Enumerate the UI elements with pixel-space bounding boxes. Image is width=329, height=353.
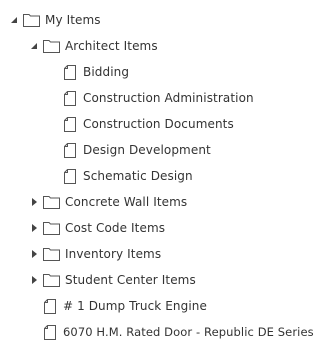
- file-icon: [64, 168, 76, 184]
- tree-node-my-items[interactable]: My Items: [8, 7, 101, 33]
- tree-node-label: Concrete Wall Items: [65, 195, 188, 209]
- folder-icon: [43, 195, 60, 209]
- file-icon: [64, 90, 76, 106]
- tree-node-inventory-items[interactable]: Inventory Items: [28, 241, 161, 267]
- tree-node-label: Bidding: [83, 65, 130, 79]
- file-icon: [64, 64, 76, 80]
- caret-expanded-icon[interactable]: [28, 40, 40, 52]
- tree-node-label: My Items: [45, 13, 101, 27]
- tree-node-rated-door[interactable]: 6070 H.M. Rated Door - Republic DE Serie…: [44, 319, 314, 345]
- caret-collapsed-icon[interactable]: [28, 248, 40, 260]
- tree-node-label: # 1 Dump Truck Engine: [63, 299, 207, 313]
- tree-node-cost-code-items[interactable]: Cost Code Items: [28, 215, 165, 241]
- tree-node-concrete-wall-items[interactable]: Concrete Wall Items: [28, 189, 187, 215]
- tree-node-construction-documents[interactable]: Construction Documents: [64, 111, 234, 137]
- tree-node-label: Student Center Items: [65, 273, 196, 287]
- folder-icon: [43, 273, 60, 287]
- folder-icon: [43, 221, 60, 235]
- file-icon: [44, 298, 56, 314]
- folder-icon: [43, 247, 60, 261]
- file-icon: [64, 116, 76, 132]
- tree-node-label: 6070 H.M. Rated Door - Republic DE Serie…: [63, 325, 314, 339]
- tree-node-label: Architect Items: [65, 39, 158, 53]
- caret-collapsed-icon[interactable]: [28, 222, 40, 234]
- caret-expanded-icon[interactable]: [8, 14, 20, 26]
- tree-node-label: Inventory Items: [65, 247, 162, 261]
- tree-node-label: Cost Code Items: [65, 221, 166, 235]
- tree-node-bidding[interactable]: Bidding: [64, 59, 129, 85]
- tree-node-label: Construction Documents: [83, 117, 234, 131]
- tree-node-dump-truck-engine[interactable]: # 1 Dump Truck Engine: [44, 293, 207, 319]
- caret-collapsed-icon[interactable]: [28, 274, 40, 286]
- tree-node-label: Construction Administration: [83, 91, 254, 105]
- tree-node-schematic-design[interactable]: Schematic Design: [64, 163, 193, 189]
- tree-node-construction-administration[interactable]: Construction Administration: [64, 85, 254, 111]
- file-icon: [44, 324, 56, 340]
- item-tree: My Items Architect Items Bidding Constru…: [0, 0, 329, 353]
- tree-node-label: Design Development: [83, 143, 211, 157]
- tree-node-architect-items[interactable]: Architect Items: [28, 33, 158, 59]
- tree-node-design-development[interactable]: Design Development: [64, 137, 211, 163]
- folder-icon: [43, 39, 60, 53]
- tree-node-label: Schematic Design: [83, 169, 193, 183]
- tree-node-student-center-items[interactable]: Student Center Items: [28, 267, 196, 293]
- file-icon: [64, 142, 76, 158]
- folder-icon: [23, 13, 40, 27]
- caret-collapsed-icon[interactable]: [28, 196, 40, 208]
